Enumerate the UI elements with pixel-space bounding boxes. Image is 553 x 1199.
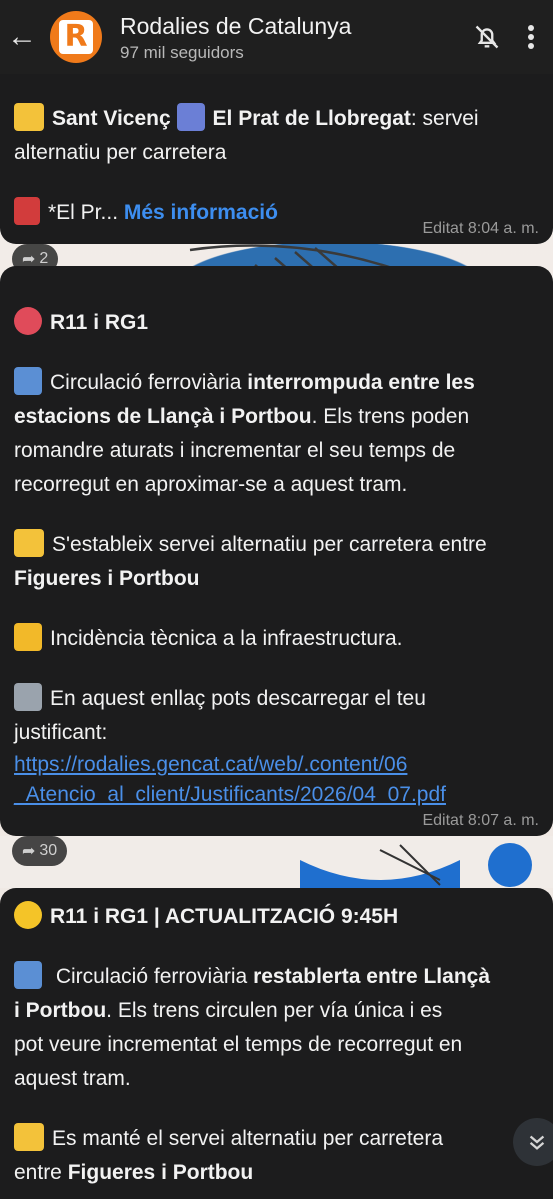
text-fragment: entre <box>14 1161 68 1184</box>
text-fragment: Incidència tècnica a la infraestructura. <box>50 627 403 650</box>
station-from: Sant Vicenç <box>52 107 171 130</box>
chat-header: ← R Rodalies de Catalunya 97 mil seguido… <box>0 0 553 74</box>
train-icon <box>14 197 40 225</box>
message-bubble[interactable]: R11 i RG1 | ACTUALITZACIÓ 9:45H Circulac… <box>0 888 553 1199</box>
text-line: romandre aturats i incrementar el seu te… <box>14 439 456 462</box>
text-fragment: *El Pr... <box>48 201 119 224</box>
message-title: R11 i RG1 <box>50 311 149 334</box>
channel-info[interactable]: Rodalies de Catalunya 97 mil seguidors <box>120 12 465 63</box>
message-text: R11 i RG1 Circulació ferroviària interro… <box>14 266 539 810</box>
text-fragment: : servei <box>410 107 479 130</box>
message-bubble[interactable]: Sant Vicenç El Prat de Llobregat: servei… <box>0 74 553 244</box>
text-line: pot veure incrementat el temps de recorr… <box>14 1033 463 1056</box>
scroll-down-button[interactable] <box>513 1118 553 1166</box>
more-vertical-icon <box>528 25 534 49</box>
chevrons-down-icon <box>529 1135 545 1150</box>
info-icon <box>14 367 42 395</box>
message-bubble[interactable]: R11 i RG1 Circulació ferroviària interro… <box>0 266 553 836</box>
channel-title: Rodalies de Catalunya <box>120 12 352 39</box>
text-fragment: Figueres i Portbou <box>14 567 200 590</box>
warning-icon <box>14 623 42 651</box>
yellow-circle-icon <box>14 901 42 929</box>
red-circle-icon <box>14 307 42 335</box>
back-button[interactable]: ← <box>0 0 44 74</box>
message-text: Sant Vicenç El Prat de Llobregat: servei… <box>14 74 539 230</box>
bus-icon <box>14 103 44 131</box>
station-to: El Prat de Llobregat <box>212 107 411 130</box>
message-text: R11 i RG1 | ACTUALITZACIÓ 9:45H Circulac… <box>14 888 539 1190</box>
message-title: R11 i RG1 | ACTUALITZACIÓ 9:45H <box>50 905 399 928</box>
edited-timestamp: Editat 8:07 a. m. <box>422 812 539 829</box>
justificant-link[interactable]: https://rodalies.gencat.cat/web/.content… <box>14 750 539 810</box>
link-icon <box>14 683 42 711</box>
text-fragment: interrompuda entre les <box>247 371 475 394</box>
text-fragment: . Els trens circulen per vía única i es <box>106 999 443 1022</box>
text-line: aquest tram. <box>14 1067 131 1090</box>
left-right-arrow-icon <box>176 103 205 131</box>
bell-off-icon <box>475 25 499 49</box>
forward-count[interactable]: ➦ 30 <box>12 836 68 866</box>
text-fragment: S'estableix servei alternatiu per carret… <box>52 533 487 556</box>
text-fragment: En aquest enllaç pots descarregar el teu <box>50 687 426 710</box>
text-fragment: restablerta entre Llançà <box>253 965 490 988</box>
avatar-logo: R <box>59 20 93 54</box>
text-line: recorregut en aproximar-se a aquest tram… <box>14 473 408 496</box>
bus-icon <box>14 1123 44 1151</box>
share-icon: ➦ <box>22 843 36 860</box>
edited-timestamp: Editat 8:04 a. m. <box>422 220 539 237</box>
text-fragment: . Els trens poden <box>311 405 470 428</box>
more-info-link[interactable]: Més informació <box>124 201 278 224</box>
text-fragment: Figueres i Portbou <box>67 1161 254 1184</box>
text-fragment: Es manté el servei alternatiu per carret… <box>52 1127 444 1150</box>
info-icon <box>14 961 42 989</box>
text-fragment: i Portbou <box>14 999 107 1022</box>
channel-avatar[interactable]: R <box>50 11 102 63</box>
mute-button[interactable] <box>465 0 509 74</box>
more-options-button[interactable] <box>509 0 553 74</box>
text-fragment: estacions de Llançà i Portbou <box>14 405 312 428</box>
channel-subtitle: 97 mil seguidors <box>120 42 244 62</box>
url-line: https://rodalies.gencat.cat/web/.content… <box>14 753 408 776</box>
text-line: alternatiu per carretera <box>14 141 227 164</box>
text-fragment: Circulació ferroviària <box>50 965 254 988</box>
text-line: justificant: <box>14 721 108 744</box>
forward-count-value: 30 <box>39 842 58 859</box>
arrow-left-icon: ← <box>7 20 37 53</box>
text-fragment: Circulació ferroviària <box>50 371 248 394</box>
bus-icon <box>14 529 44 557</box>
url-line: _Atencio_al_client/Justificants/2026/04_… <box>14 783 446 806</box>
